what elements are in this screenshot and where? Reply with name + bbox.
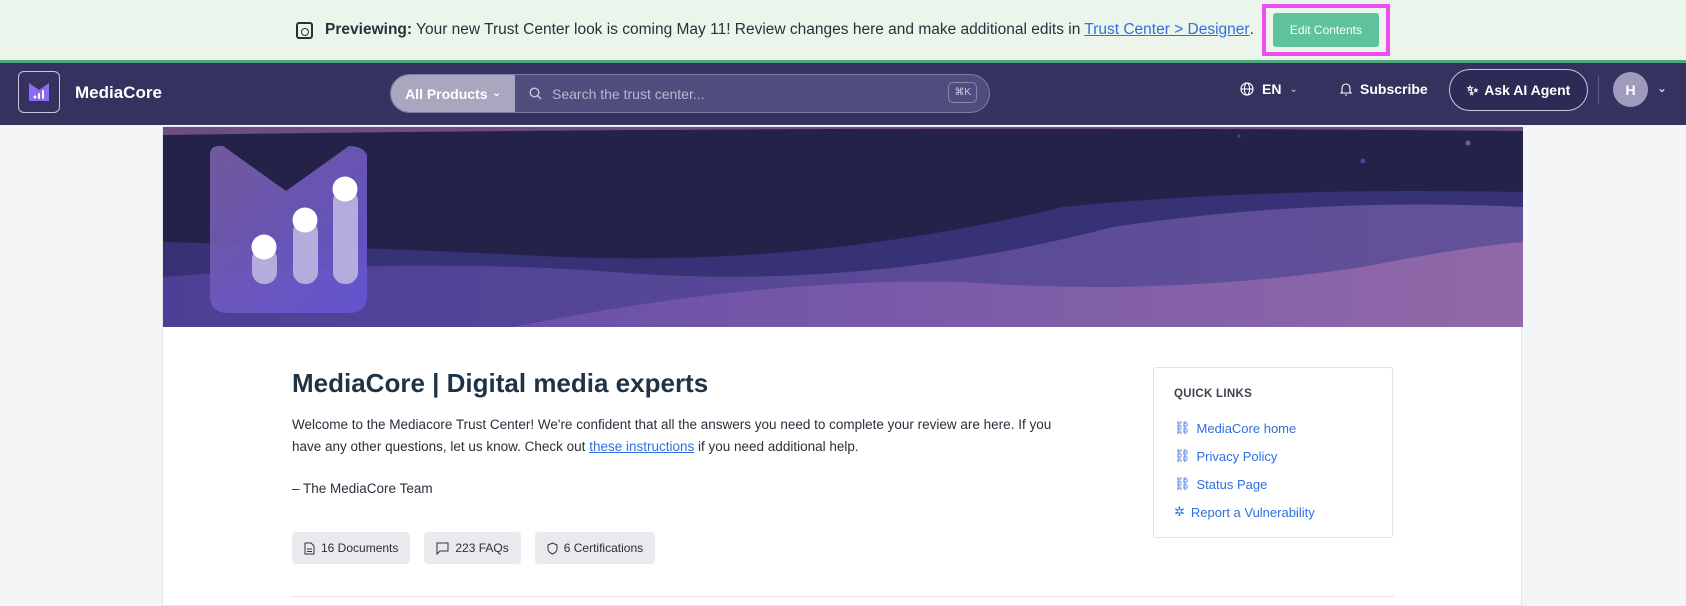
main-card: MediaCore | Digital media experts Welcom… [162, 126, 1523, 606]
chevron-down-icon: ⌄ [1289, 83, 1298, 95]
quick-link-status[interactable]: ⛓︎ Status Page [1174, 470, 1372, 498]
faqs-chip[interactable]: 223 FAQs [424, 532, 521, 564]
globe-icon [1240, 82, 1254, 96]
user-avatar[interactable]: H [1613, 72, 1648, 107]
bell-icon [1340, 83, 1352, 96]
welcome-text-2: if you need additional help. [694, 439, 859, 454]
search-bar: All Products ⌄ Search the trust center...… [390, 74, 990, 113]
link-icon: ⛓︎ [1174, 476, 1191, 491]
quick-links-panel: QUICK LINKS ⛓︎ MediaCore home ⛓︎ Privacy P… [1153, 367, 1393, 538]
quick-link-label: Privacy Policy [1196, 448, 1278, 464]
period: . [1249, 21, 1254, 38]
subscribe-label: Subscribe [1360, 81, 1428, 97]
nav-divider [1598, 76, 1599, 104]
designer-link[interactable]: Trust Center > Designer [1084, 21, 1249, 39]
chip-label: 16 Documents [321, 541, 399, 555]
quick-link-privacy[interactable]: ⛓︎ Privacy Policy [1174, 442, 1372, 470]
instructions-link[interactable]: these instructions [589, 439, 694, 454]
link-icon: ⛓︎ [1174, 448, 1191, 463]
ask-ai-label: Ask AI Agent [1484, 82, 1571, 98]
search-input[interactable]: Search the trust center... [515, 75, 989, 112]
quick-links-title: QUICK LINKS [1174, 388, 1253, 400]
preview-message: Your new Trust Center look is coming May… [416, 21, 1081, 38]
chip-label: 223 FAQs [455, 541, 509, 555]
welcome-text: Welcome to the Mediacore Trust Center! W… [292, 414, 1052, 458]
shield-icon [547, 541, 558, 555]
edit-contents-button[interactable]: Edit Contents [1272, 13, 1379, 47]
quick-link-label: MediaCore home [1196, 420, 1297, 436]
bug-icon: ✲ [1174, 504, 1185, 519]
signoff: – The MediaCore Team [292, 481, 433, 496]
certifications-chip[interactable]: 6 Certifications [534, 532, 656, 564]
language-selector[interactable]: EN ⌄ [1240, 81, 1298, 97]
account-chevron-icon[interactable]: ⌄ [1657, 81, 1667, 95]
stats-chips: 16 Documents 223 FAQs 6 Certifications [292, 532, 656, 564]
ask-ai-agent-button[interactable]: ✨︎ Ask AI Agent [1449, 69, 1588, 111]
documents-chip[interactable]: 16 Documents [292, 532, 411, 564]
quick-link-label: Status Page [1196, 476, 1268, 492]
shortcut-badge: ⌘K [948, 82, 977, 103]
preview-eye-icon [296, 21, 314, 39]
search-placeholder: Search the trust center... [552, 85, 705, 102]
chip-label: 6 Certifications [563, 541, 644, 555]
products-label: All Products [405, 85, 488, 102]
quick-link-vulnerability[interactable]: ✲ Report a Vulnerability [1174, 498, 1372, 526]
language-label: EN [1262, 81, 1282, 97]
section-divider [292, 596, 1394, 597]
brand-name[interactable]: MediaCore [75, 83, 162, 103]
edit-highlight: Edit Contents [1261, 4, 1390, 56]
chat-icon [436, 542, 449, 555]
link-icon: ⛓︎ [1174, 420, 1191, 435]
quick-link-home[interactable]: ⛓︎ MediaCore home [1174, 414, 1372, 442]
brand-logo[interactable] [18, 71, 60, 113]
preview-banner: Previewing: Your new Trust Center look i… [0, 0, 1686, 63]
document-icon [304, 542, 315, 554]
top-nav: MediaCore All Products ⌄ Search the trust… [0, 63, 1686, 125]
products-dropdown[interactable]: All Products ⌄ [391, 75, 515, 112]
title-brand: MediaCore [292, 368, 425, 398]
subscribe-button[interactable]: Subscribe [1340, 81, 1428, 97]
preview-label: Previewing: [325, 21, 413, 38]
sparkle-icon: ✨︎ [1466, 81, 1479, 98]
page-title: MediaCore | Digital media experts [292, 368, 708, 399]
hero-banner [163, 127, 1523, 327]
search-icon [529, 87, 542, 100]
logo-icon [29, 83, 49, 101]
chevron-down-icon: ⌄ [492, 88, 501, 99]
title-tagline: | Digital media experts [424, 368, 709, 398]
quick-link-label: Report a Vulnerability [1190, 504, 1315, 520]
